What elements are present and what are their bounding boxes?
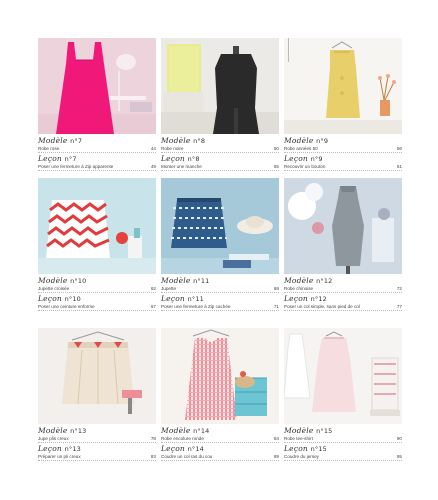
modele-line: Robe rose 44 bbox=[38, 146, 156, 151]
check-dress-photo bbox=[161, 328, 279, 424]
modele-line: Robe noire 50 bbox=[161, 146, 279, 151]
lecon-heading: Leçon n°12 bbox=[284, 294, 328, 303]
modele-line: Robe encolure ronde 84 bbox=[161, 436, 279, 441]
pink-dress-photo bbox=[38, 38, 156, 134]
divider bbox=[284, 152, 402, 153]
divider bbox=[38, 292, 156, 293]
modele-heading: Modèle n°8 bbox=[161, 136, 206, 145]
divider bbox=[284, 442, 402, 443]
lecon-line: Poser un col simple, sans pied de col 77 bbox=[284, 304, 402, 309]
modele-heading: Modèle n°15 bbox=[284, 426, 333, 435]
modele-heading: Modèle n°12 bbox=[284, 276, 333, 285]
lecon-line: Coudre du jersey 95 bbox=[284, 454, 402, 459]
lecon-heading: Leçon n°13 bbox=[38, 444, 82, 453]
white-dress-photo bbox=[284, 328, 402, 424]
lecon-line: Poser une fermeture à Zip cachée 71 bbox=[161, 304, 279, 309]
lecon-line: Coudre un col ras du cou 89 bbox=[161, 454, 279, 459]
chevron-skirt-photo bbox=[38, 178, 156, 274]
modele-line: Jupe plis creux 78 bbox=[38, 436, 156, 441]
modele-line: Robe tee-shirt 90 bbox=[284, 436, 402, 441]
lecon-heading: Leçon n°11 bbox=[161, 294, 205, 303]
divider bbox=[161, 310, 279, 311]
yellow-dress-photo bbox=[284, 38, 402, 134]
modele-heading: Modèle n°10 bbox=[38, 276, 87, 285]
modele-heading: Modèle n°9 bbox=[284, 136, 329, 145]
lecon-line: Poser une fermeture à Zip apparente 49 bbox=[38, 164, 156, 169]
divider bbox=[38, 170, 156, 171]
modele-heading: Modèle n°13 bbox=[38, 426, 87, 435]
divider bbox=[38, 460, 156, 461]
modele-heading: Modèle n°14 bbox=[161, 426, 210, 435]
blue-skirt-photo bbox=[161, 178, 279, 274]
modele-line: Jupette 68 bbox=[161, 286, 279, 291]
divider bbox=[161, 442, 279, 443]
lecon-heading: Leçon n°14 bbox=[161, 444, 205, 453]
divider bbox=[284, 460, 402, 461]
lecon-heading: Leçon n°7 bbox=[38, 154, 77, 163]
lecon-heading: Leçon n°9 bbox=[284, 154, 323, 163]
divider bbox=[38, 152, 156, 153]
grey-dress-photo bbox=[284, 178, 402, 274]
divider bbox=[284, 310, 402, 311]
divider bbox=[38, 442, 156, 443]
black-dress-photo bbox=[161, 38, 279, 134]
lecon-heading: Leçon n°8 bbox=[161, 154, 200, 163]
divider bbox=[284, 292, 402, 293]
lecon-line: Monter une manche 55 bbox=[161, 164, 279, 169]
divider bbox=[284, 170, 402, 171]
modele-line: Robe chinoise 72 bbox=[284, 286, 402, 291]
modele-line: Jupette croisée 62 bbox=[38, 286, 156, 291]
beige-skirt-photo bbox=[38, 328, 156, 424]
divider bbox=[161, 152, 279, 153]
lecon-line: Recouvrir un bouton 61 bbox=[284, 164, 402, 169]
divider bbox=[161, 292, 279, 293]
modele-line: Robe années 50 56 bbox=[284, 146, 402, 151]
lecon-heading: Leçon n°10 bbox=[38, 294, 82, 303]
modele-heading: Modèle n°7 bbox=[38, 136, 83, 145]
lecon-line: Poser une ceinture enforme 67 bbox=[38, 304, 156, 309]
divider bbox=[161, 170, 279, 171]
divider bbox=[38, 310, 156, 311]
modele-heading: Modèle n°11 bbox=[161, 276, 210, 285]
lecon-line: Préparer un pli creux 83 bbox=[38, 454, 156, 459]
divider bbox=[161, 460, 279, 461]
lecon-heading: Leçon n°15 bbox=[284, 444, 328, 453]
